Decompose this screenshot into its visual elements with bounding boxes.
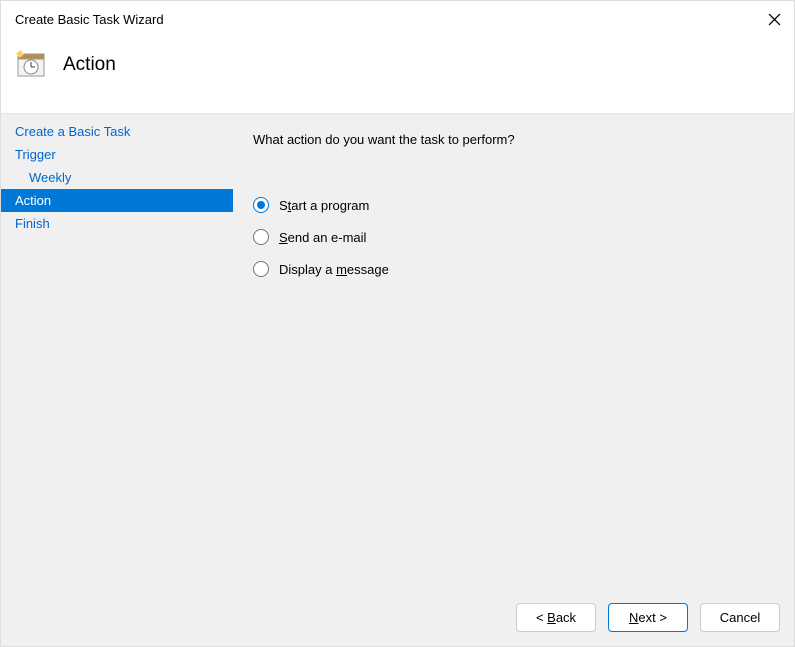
- option-label: Start a program: [279, 198, 369, 213]
- next-button[interactable]: Next >: [608, 603, 688, 632]
- wizard-steps-sidebar: Create a Basic Task Trigger Weekly Actio…: [1, 114, 233, 591]
- sidebar-step-weekly[interactable]: Weekly: [1, 166, 233, 189]
- back-button[interactable]: < Back: [516, 603, 596, 632]
- sidebar-step-trigger[interactable]: Trigger: [1, 143, 233, 166]
- sidebar-step-finish[interactable]: Finish: [1, 212, 233, 235]
- content-pane: What action do you want the task to perf…: [233, 114, 794, 591]
- prompt-text: What action do you want the task to perf…: [253, 132, 774, 147]
- wizard-header: Action: [1, 35, 794, 113]
- option-start-program[interactable]: Start a program: [253, 197, 774, 213]
- option-label: Display a message: [279, 262, 389, 277]
- option-send-email[interactable]: Send an e-mail: [253, 229, 774, 245]
- window-title: Create Basic Task Wizard: [15, 12, 164, 27]
- option-label: Send an e-mail: [279, 230, 366, 245]
- sidebar-step-create-basic-task[interactable]: Create a Basic Task: [1, 120, 233, 143]
- sidebar-step-action[interactable]: Action: [1, 189, 233, 212]
- footer: < Back Next > Cancel: [1, 591, 794, 646]
- radio-icon: [253, 229, 269, 245]
- cancel-button[interactable]: Cancel: [700, 603, 780, 632]
- task-icon: [15, 49, 47, 81]
- radio-icon: [253, 261, 269, 277]
- main-area: Create a Basic Task Trigger Weekly Actio…: [1, 113, 794, 591]
- close-button[interactable]: [764, 9, 784, 29]
- page-title: Action: [63, 54, 116, 76]
- titlebar: Create Basic Task Wizard: [1, 1, 794, 35]
- close-icon: [768, 13, 781, 26]
- radio-icon: [253, 197, 269, 213]
- option-display-message[interactable]: Display a message: [253, 261, 774, 277]
